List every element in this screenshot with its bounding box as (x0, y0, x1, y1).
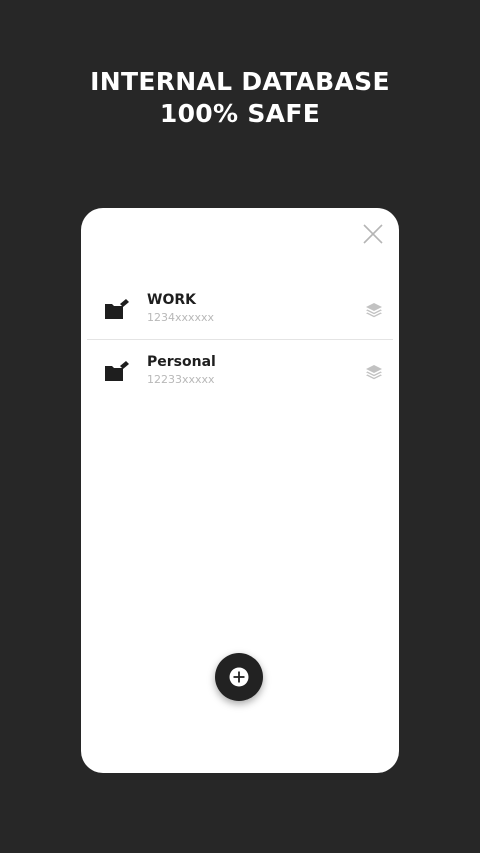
layers-icon[interactable] (365, 362, 383, 380)
add-button[interactable] (215, 653, 263, 701)
close-button[interactable] (363, 224, 383, 244)
layers-icon[interactable] (365, 300, 383, 318)
folder-icon (103, 298, 131, 322)
divider (87, 339, 393, 340)
item-title: Personal (147, 354, 216, 370)
folder-icon (103, 360, 131, 384)
database-card: WORK 1234xxxxxx Personal 12233xxxxx (81, 208, 399, 773)
item-title: WORK (147, 292, 196, 308)
add-icon (229, 667, 249, 687)
headline: INTERNAL DATABASE 100% SAFE (0, 66, 480, 130)
item-subtitle: 1234xxxxxx (147, 311, 215, 324)
close-icon (363, 224, 383, 244)
list-item-personal[interactable]: Personal 12233xxxxx (81, 348, 399, 410)
headline-line-2: 100% SAFE (159, 99, 321, 128)
item-subtitle: 12233xxxxx (147, 373, 215, 386)
headline-line-1: INTERNAL DATABASE (90, 67, 390, 96)
